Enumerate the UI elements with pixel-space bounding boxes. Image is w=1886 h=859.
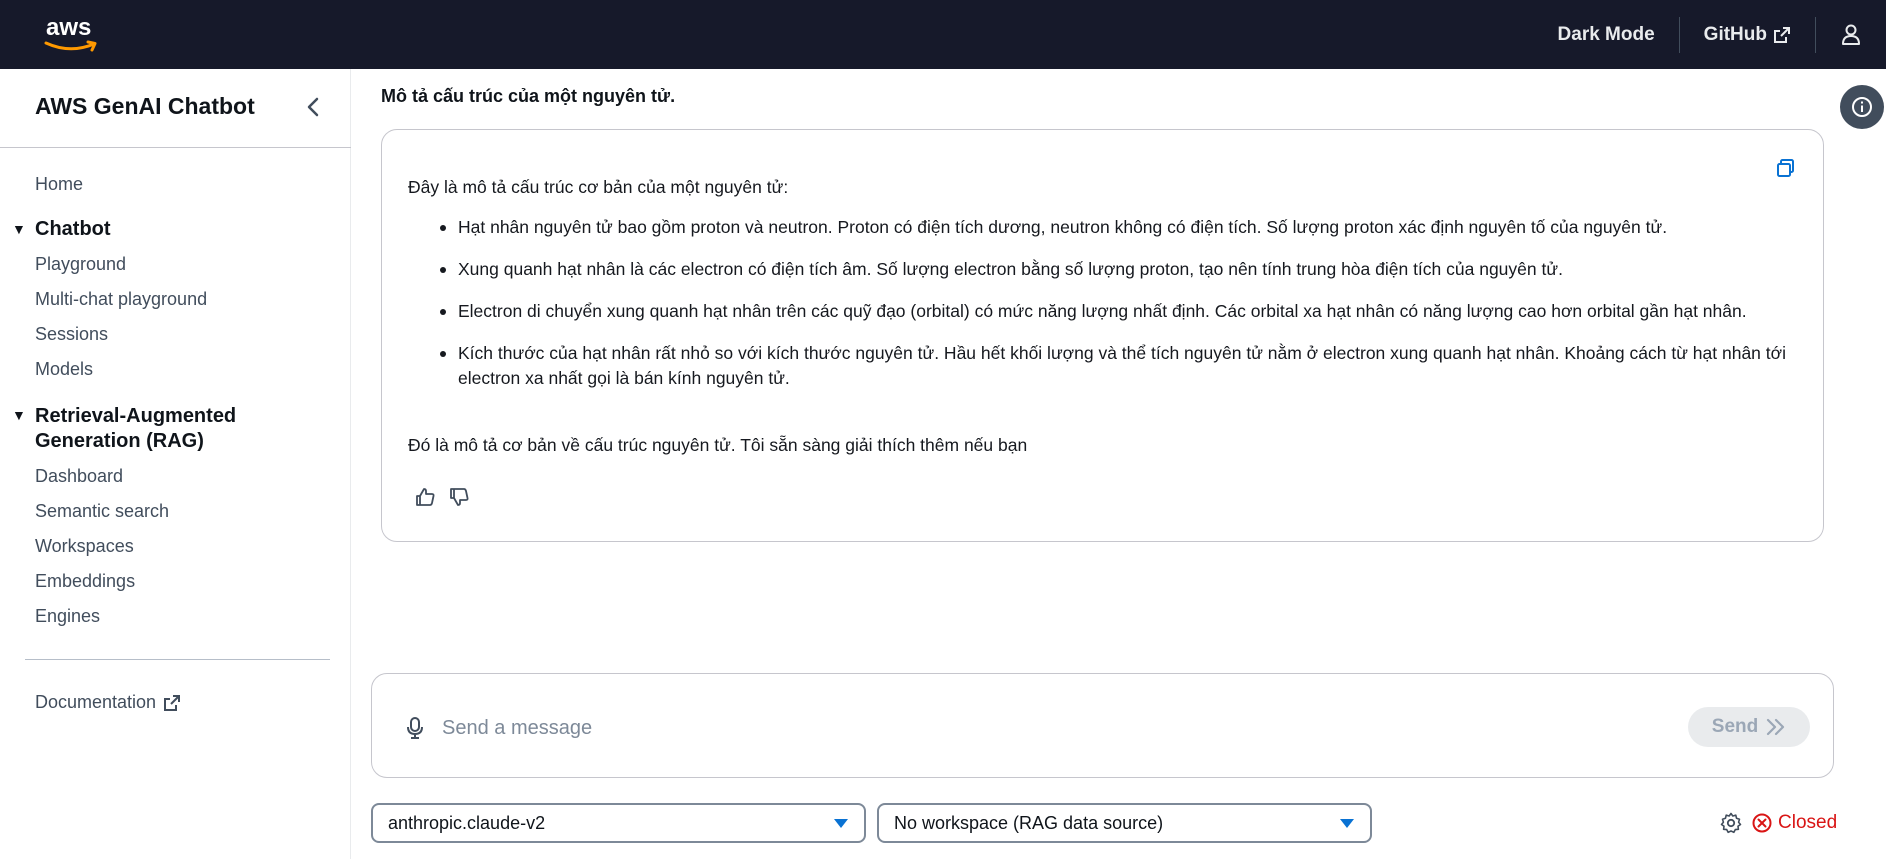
aws-smile-icon — [44, 40, 97, 52]
sidebar-item-documentation[interactable]: Documentation — [35, 692, 181, 713]
workspace-select-value: No workspace (RAG data source) — [894, 812, 1164, 833]
expand-triangle-icon: ▼ — [12, 221, 26, 237]
thumbs-down-icon[interactable] — [448, 486, 470, 508]
external-link-icon — [164, 694, 181, 711]
message-composer: Send — [371, 673, 1834, 778]
dark-mode-label: Dark Mode — [1557, 23, 1655, 45]
answer-list-item: Hạt nhân nguyên tử bao gồm proton và neu… — [408, 215, 1798, 240]
sidebar-divider — [25, 659, 330, 660]
github-link[interactable]: GitHub — [1680, 17, 1815, 53]
top-nav-utilities: Dark Mode GitHub — [1534, 0, 1886, 69]
top-navigation: aws Dark Mode GitHub — [0, 0, 1886, 69]
workspace-select[interactable]: No workspace (RAG data source) — [877, 803, 1372, 843]
sidebar-section-label: Chatbot — [35, 218, 111, 240]
sidebar-item-embeddings[interactable]: Embeddings — [35, 571, 135, 592]
documentation-label: Documentation — [35, 692, 157, 712]
send-button[interactable]: Send — [1688, 707, 1810, 747]
sidebar-item-engines[interactable]: Engines — [35, 606, 100, 627]
model-select-value: anthropic.claude-v2 — [388, 812, 546, 833]
answer-list-item: Kích thước của hạt nhân rất nhỏ so với k… — [408, 341, 1798, 391]
sidebar-item-sessions[interactable]: Sessions — [35, 324, 108, 345]
answer-list-item: Electron di chuyển xung quanh hạt nhân t… — [408, 299, 1798, 324]
info-icon — [1852, 97, 1872, 117]
github-label: GitHub — [1703, 23, 1767, 45]
user-question: Mô tả cấu trúc của một nguyên tử. — [381, 86, 676, 106]
sidebar-item-semantic-search[interactable]: Semantic search — [35, 501, 169, 522]
side-navigation: AWS GenAI Chatbot Home ▼ Chatbot Playgro… — [0, 69, 351, 859]
info-button[interactable] — [1840, 85, 1884, 129]
answer-outro: Đó là mô tả cơ bản về cấu trúc nguyên tử… — [408, 435, 1028, 455]
sidebar-item-playground[interactable]: Playground — [35, 254, 126, 275]
sidebar-section-label-wrap: Retrieval-Augmented Generation (RAG) — [35, 404, 236, 454]
settings-gear-icon[interactable] — [1720, 812, 1742, 834]
caret-down-icon — [1340, 819, 1354, 828]
user-icon — [1842, 24, 1860, 45]
answer-list: Hạt nhân nguyên tử bao gồm proton và neu… — [408, 215, 1798, 408]
aws-logo-text: aws — [46, 14, 92, 41]
microphone-icon[interactable] — [404, 716, 426, 740]
sidebar-title[interactable]: AWS GenAI Chatbot — [35, 93, 255, 120]
answer-intro: Đây là mô tả cấu trúc cơ bản của một ngu… — [408, 177, 789, 197]
sidebar-section-label: Generation (RAG) — [35, 430, 204, 452]
double-chevron-right-icon — [1767, 718, 1785, 736]
sidebar-item-workspaces[interactable]: Workspaces — [35, 536, 134, 557]
expand-triangle-icon: ▼ — [12, 407, 26, 423]
sidebar-item-dashboard[interactable]: Dashboard — [35, 466, 123, 487]
sidebar-item-models[interactable]: Models — [35, 359, 93, 380]
aws-logo[interactable]: aws — [44, 16, 100, 54]
thumbs-up-icon[interactable] — [414, 486, 436, 508]
dark-mode-toggle[interactable]: Dark Mode — [1534, 17, 1679, 53]
sidebar-section-rag[interactable]: ▼ Retrieval-Augmented Generation (RAG) — [12, 404, 236, 454]
message-input[interactable] — [442, 710, 1442, 746]
collapse-sidebar-icon[interactable] — [302, 95, 326, 119]
external-link-icon — [1774, 26, 1790, 43]
sidebar-header: AWS GenAI Chatbot — [0, 69, 351, 148]
caret-down-icon — [834, 819, 848, 828]
connection-status: Closed — [1752, 812, 1837, 834]
copy-icon[interactable] — [1775, 157, 1797, 179]
send-label: Send — [1711, 716, 1759, 737]
answer-list-item: Xung quanh hạt nhân là các electron có đ… — [408, 257, 1798, 282]
status-error-icon — [1752, 813, 1772, 833]
model-select[interactable]: anthropic.claude-v2 — [371, 803, 866, 843]
user-profile-button[interactable] — [1816, 17, 1886, 53]
sidebar-section-label: Retrieval-Augmented — [35, 405, 237, 427]
assistant-response-card: Đây là mô tả cấu trúc cơ bản của một ngu… — [381, 129, 1824, 542]
connection-status-label: Closed — [1778, 812, 1838, 833]
sidebar-item-multi-chat-playground[interactable]: Multi-chat playground — [35, 289, 207, 310]
sidebar-section-chatbot[interactable]: ▼ Chatbot — [12, 218, 111, 241]
sidebar-item-home[interactable]: Home — [35, 174, 83, 195]
